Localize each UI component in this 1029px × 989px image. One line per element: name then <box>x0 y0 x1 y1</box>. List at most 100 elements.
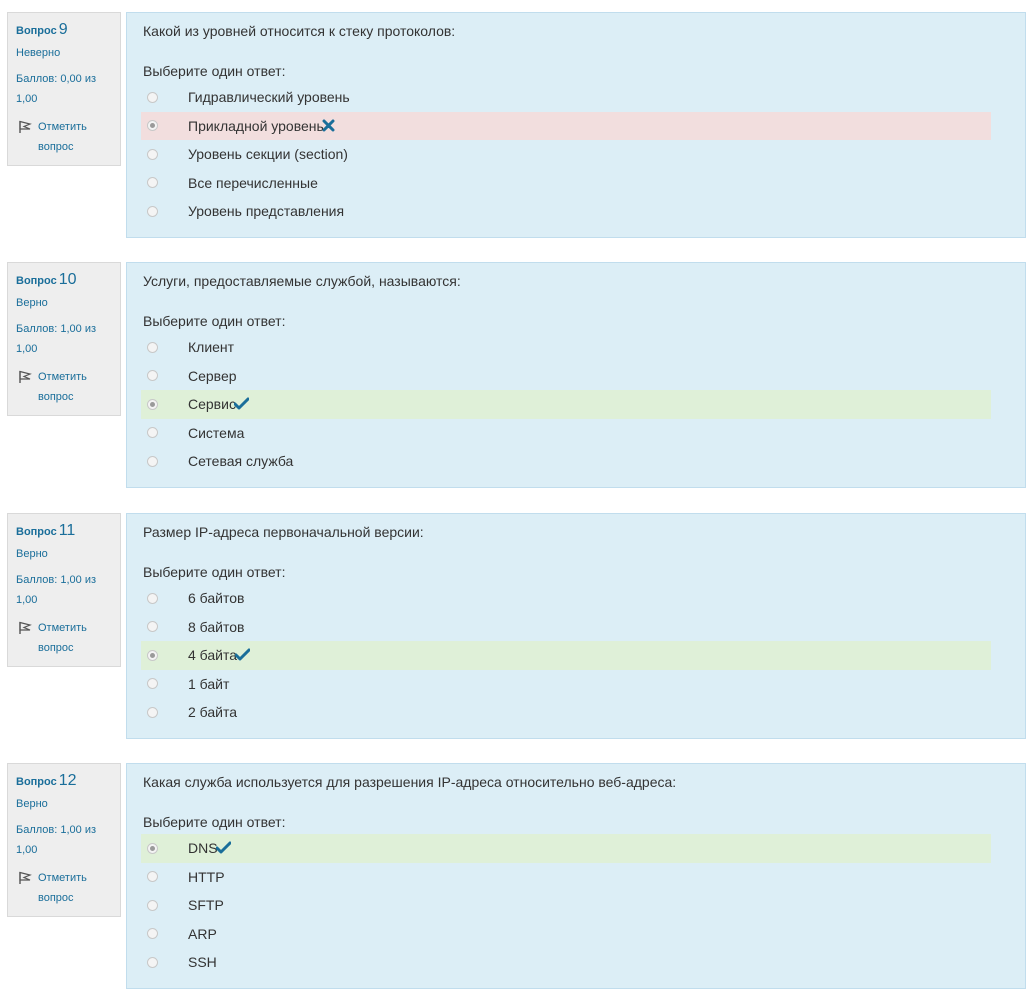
answer-option[interactable]: Уровень секции (section) <box>141 140 991 169</box>
flag-question-label: Отметить вопрос <box>38 371 87 403</box>
answer-option[interactable]: HTTP <box>141 863 991 892</box>
answer-prompt: Выберите один ответ: <box>143 313 286 329</box>
answer-list: Гидравлический уровень Прикладной уровень… <box>141 83 991 226</box>
answer-label: 6 байтов <box>188 590 245 607</box>
question-text: Какой из уровней относится к стеку прото… <box>143 23 456 39</box>
answer-radio[interactable] <box>147 842 158 854</box>
answer-label: SFTP <box>188 897 224 914</box>
flag-question-link[interactable]: Отметить вопрос <box>16 117 112 157</box>
answer-radio[interactable] <box>147 871 158 883</box>
answer-radio[interactable] <box>147 649 158 661</box>
answer-option[interactable]: Клиент <box>141 333 991 362</box>
answer-list: Клиент Сервер Сервис Система Сетевая служба <box>141 333 991 476</box>
answer-label: ARP <box>188 925 217 942</box>
answer-label: Гидравлический уровень <box>188 89 350 106</box>
question-grade: Баллов: 1,00 из 1,00 <box>16 824 97 856</box>
flag-icon <box>19 370 32 383</box>
answer-radio[interactable] <box>147 205 158 217</box>
answer-radio[interactable] <box>147 148 158 160</box>
question-grade: Баллов: 1,00 из 1,00 <box>16 323 97 355</box>
question-block: Вопрос 10 Верно Баллов: 1,00 из 1,00 Отме… <box>0 262 1029 488</box>
flag-question-link[interactable]: Отметить вопрос <box>16 367 112 407</box>
answer-option[interactable]: Все перечисленные <box>141 169 991 198</box>
question-word: Вопрос <box>16 275 57 287</box>
answer-radio[interactable] <box>147 899 158 911</box>
answer-radio[interactable] <box>147 592 158 604</box>
answer-prompt: Выберите один ответ: <box>143 814 286 830</box>
answer-option[interactable]: 2 байта <box>141 698 991 727</box>
answer-radio[interactable] <box>147 678 158 690</box>
question-state: Неверно <box>16 47 61 59</box>
question-info-panel: Вопрос 10 Верно Баллов: 1,00 из 1,00 Отме… <box>7 262 121 416</box>
answer-radio[interactable] <box>147 341 158 353</box>
answer-option[interactable]: ARP <box>141 920 991 949</box>
flag-icon <box>19 871 32 884</box>
answer-label: Сервис <box>188 396 236 413</box>
question-info-panel: Вопрос 12 Верно Баллов: 1,00 из 1,00 Отме… <box>7 763 121 917</box>
answer-option[interactable]: Гидравлический уровень <box>141 83 991 112</box>
flag-question-link[interactable]: Отметить вопрос <box>16 618 112 658</box>
answer-option[interactable]: SSH <box>141 948 991 977</box>
answer-radio[interactable] <box>147 956 158 968</box>
answer-label: 2 байта <box>188 704 238 721</box>
flag-question-label: Отметить вопрос <box>38 121 87 153</box>
radio-selected-dot <box>150 401 155 407</box>
flag-icon <box>19 120 32 133</box>
answer-radio[interactable] <box>147 621 158 633</box>
radio-selected-dot <box>150 123 155 129</box>
question-number-value: 12 <box>58 772 77 789</box>
answer-radio[interactable] <box>147 427 158 439</box>
question-state: Верно <box>16 297 48 309</box>
answer-prompt: Выберите один ответ: <box>143 564 286 580</box>
radio-selected-dot <box>150 652 155 658</box>
answer-label: HTTP <box>188 868 225 885</box>
question-block: Вопрос 12 Верно Баллов: 1,00 из 1,00 Отме… <box>0 763 1029 989</box>
answer-radio[interactable] <box>147 928 158 940</box>
answer-label: Уровень секции (section) <box>188 146 348 163</box>
answer-option[interactable]: Уровень представления <box>141 197 991 226</box>
answer-radio[interactable] <box>147 91 158 103</box>
answer-option[interactable]: 6 байтов <box>141 584 991 613</box>
question-number-value: 9 <box>58 21 68 38</box>
question-number-value: 11 <box>58 522 76 539</box>
question-content: Какая служба используется для разрешения… <box>126 763 1026 989</box>
flag-question-link[interactable]: Отметить вопрос <box>16 868 112 908</box>
answer-radio[interactable] <box>147 398 158 410</box>
answer-label: Сервер <box>188 367 237 384</box>
answer-option[interactable]: 1 байт <box>141 670 991 699</box>
question-content: Размер IP-адреса первоначальной версии: В… <box>126 513 1026 739</box>
question-state: Верно <box>16 548 48 560</box>
question-content: Какой из уровней относится к стеку прото… <box>126 12 1026 238</box>
answer-radio[interactable] <box>147 706 158 718</box>
question-number: Вопрос 10 <box>16 271 112 289</box>
question-grade: Баллов: 0,00 из 1,00 <box>16 73 97 105</box>
answer-option[interactable]: 8 байтов <box>141 613 991 642</box>
answer-option[interactable]: Сервер <box>141 362 991 391</box>
answer-radio[interactable] <box>147 370 158 382</box>
answer-option[interactable]: 4 байта <box>141 641 991 670</box>
answer-label: 1 байт <box>188 675 230 692</box>
question-content: Услуги, предоставляемые службой, называю… <box>126 262 1026 488</box>
question-number: Вопрос 12 <box>16 772 112 790</box>
answer-option[interactable]: Система <box>141 419 991 448</box>
question-block: Вопрос 9 Неверно Баллов: 0,00 из 1,00 Отм… <box>0 12 1029 238</box>
flag-question-label: Отметить вопрос <box>38 872 87 904</box>
answer-option[interactable]: DNS <box>141 834 991 863</box>
answer-option[interactable]: SFTP <box>141 891 991 920</box>
answer-option[interactable]: Сетевая служба <box>141 447 991 476</box>
question-word: Вопрос <box>16 526 57 538</box>
answer-radio[interactable] <box>147 120 158 132</box>
answer-label: Система <box>188 424 245 441</box>
answer-label: 8 байтов <box>188 618 245 635</box>
flag-question-label: Отметить вопрос <box>38 622 87 654</box>
question-info-panel: Вопрос 9 Неверно Баллов: 0,00 из 1,00 Отм… <box>7 12 121 166</box>
answer-radio[interactable] <box>147 455 158 467</box>
answer-option[interactable]: Сервис <box>141 390 991 419</box>
question-number: Вопрос 11 <box>16 522 112 540</box>
answer-label: Уровень представления <box>188 203 345 220</box>
answer-option[interactable]: Прикладной уровень <box>141 111 991 140</box>
radio-selected-dot <box>150 845 155 851</box>
answer-radio[interactable] <box>147 177 158 189</box>
question-number-value: 10 <box>58 271 77 288</box>
answer-label: SSH <box>188 954 217 971</box>
